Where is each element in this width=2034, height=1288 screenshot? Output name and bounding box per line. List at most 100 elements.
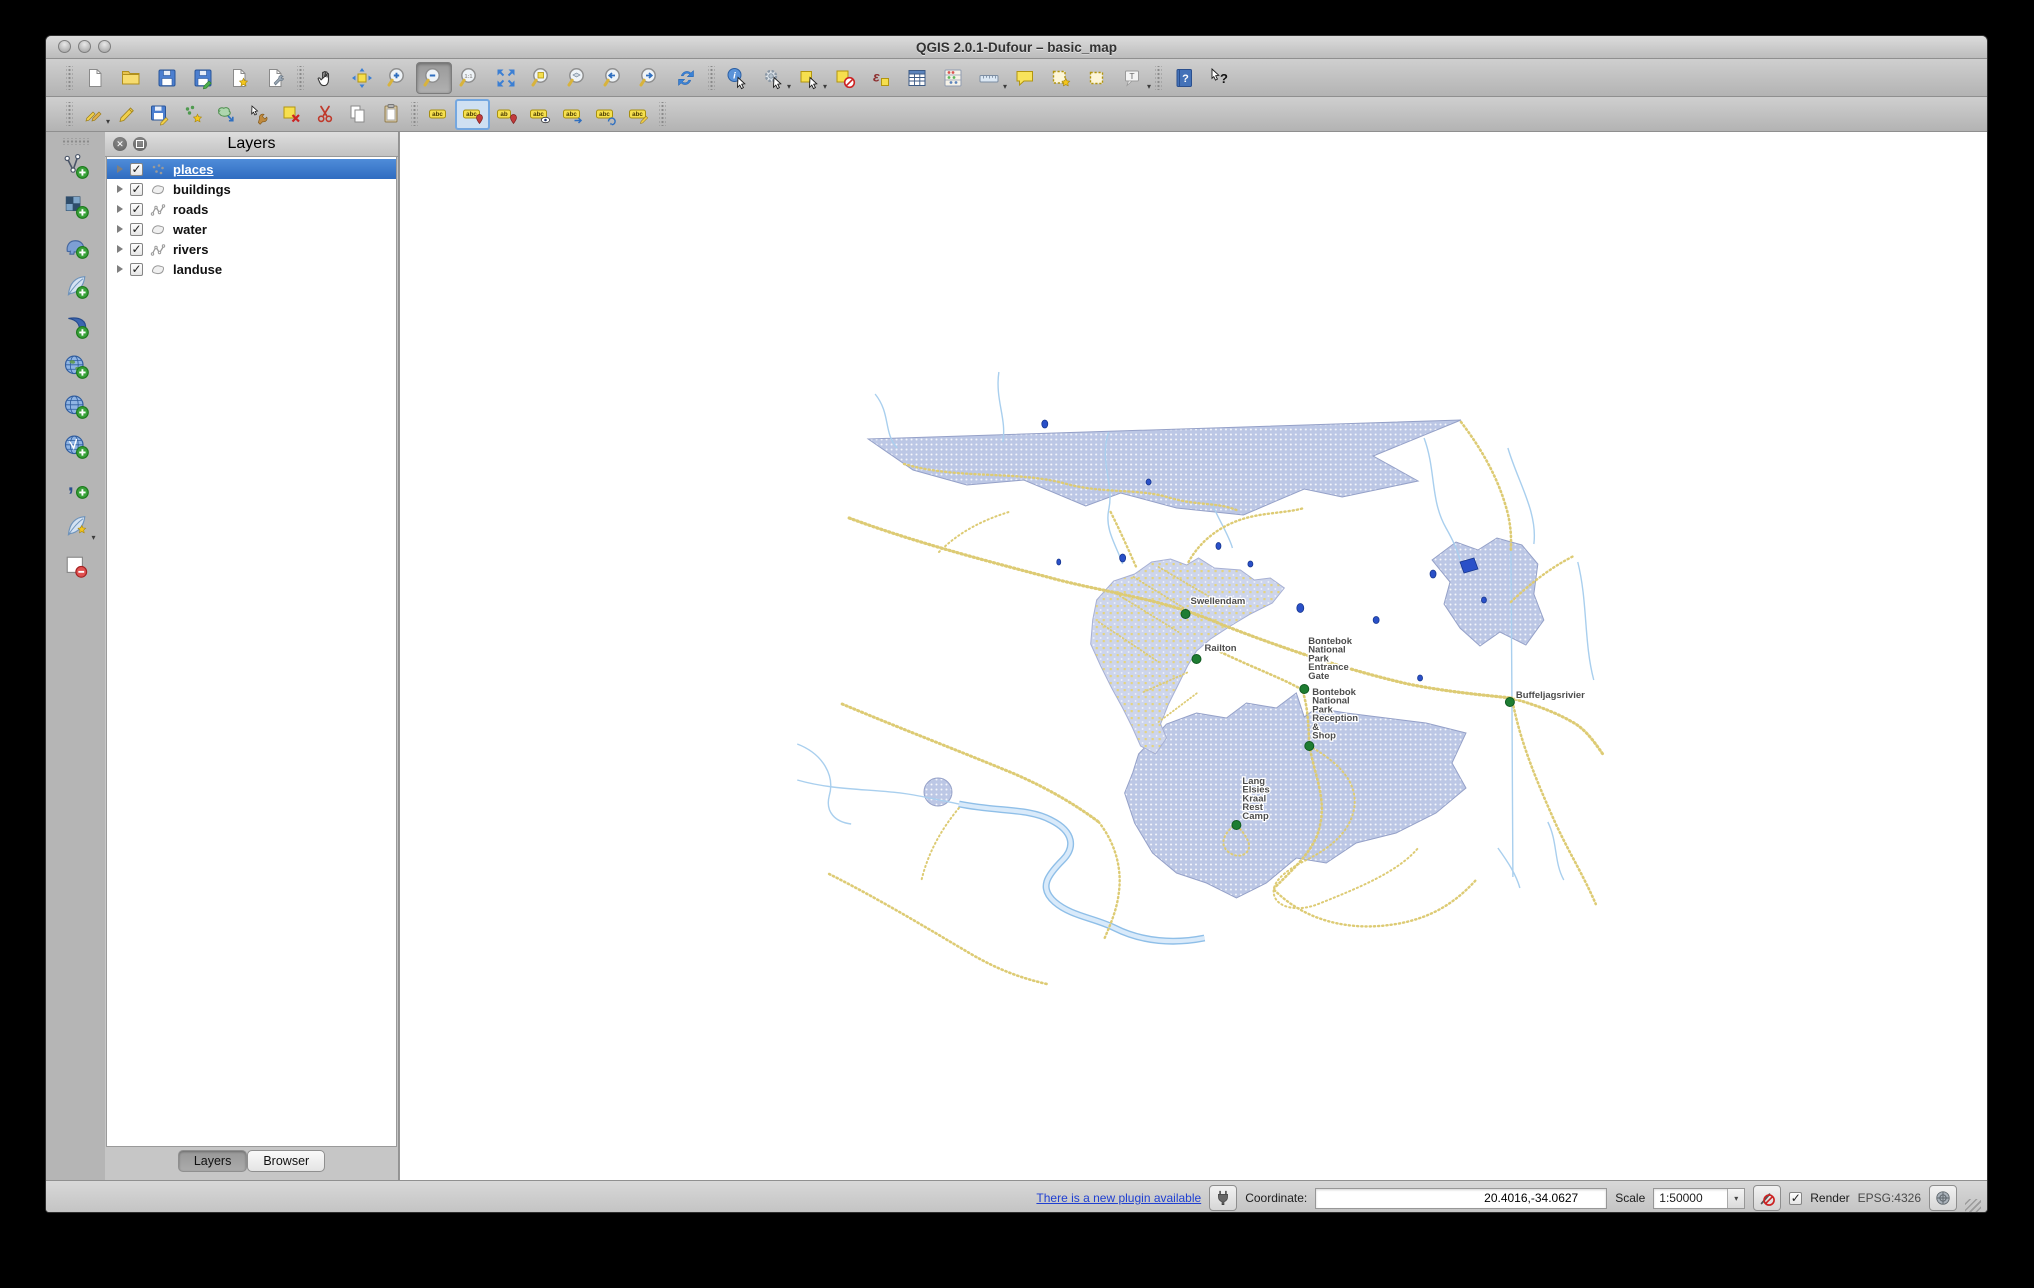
expand-arrow-icon[interactable] bbox=[117, 165, 123, 173]
add-feature-button[interactable] bbox=[176, 100, 209, 129]
select-features-button[interactable]: ▾ bbox=[791, 62, 827, 94]
show-hide-labels-button[interactable]: abc bbox=[523, 100, 556, 129]
panel-tab-layers[interactable]: Layers bbox=[178, 1150, 248, 1172]
paste-features-button[interactable] bbox=[374, 100, 407, 129]
pin-labels-button[interactable]: abc bbox=[455, 99, 490, 130]
add-raster-layer-button[interactable] bbox=[56, 187, 96, 225]
delete-selected-icon bbox=[280, 102, 304, 126]
change-label-button[interactable]: abc bbox=[622, 100, 655, 129]
map-tips-icon bbox=[1013, 66, 1037, 90]
layer-visibility-checkbox[interactable]: ✓ bbox=[130, 263, 143, 276]
add-wfs-layer-button[interactable] bbox=[56, 427, 96, 465]
show-bookmarks-button[interactable] bbox=[1079, 62, 1115, 94]
new-project-button[interactable] bbox=[77, 62, 113, 94]
measure-button[interactable]: ▾ bbox=[971, 62, 1007, 94]
zoom-last-button[interactable] bbox=[596, 62, 632, 94]
add-mssql-layer-button[interactable] bbox=[56, 307, 96, 345]
zoom-out-button[interactable] bbox=[416, 62, 452, 94]
close-window-button[interactable] bbox=[58, 40, 71, 53]
new-bookmark-button[interactable] bbox=[1043, 62, 1079, 94]
plugin-manager-button[interactable] bbox=[1209, 1185, 1237, 1211]
layer-row-water[interactable]: ✓water bbox=[107, 219, 396, 239]
render-checkbox[interactable]: ✓ bbox=[1789, 1192, 1802, 1205]
new-plugin-link[interactable]: There is a new plugin available bbox=[1036, 1191, 1201, 1205]
move-feature-button[interactable] bbox=[209, 100, 242, 129]
add-wcs-layer-button[interactable] bbox=[56, 387, 96, 425]
toggle-editing-button[interactable] bbox=[110, 100, 143, 129]
zoom-next-button[interactable] bbox=[632, 62, 668, 94]
zoom-native-button[interactable]: 1:1 bbox=[452, 62, 488, 94]
coordinate-input[interactable] bbox=[1315, 1188, 1607, 1209]
minimize-window-button[interactable] bbox=[78, 40, 91, 53]
copy-features-button[interactable] bbox=[341, 100, 374, 129]
node-tool-button[interactable] bbox=[242, 100, 275, 129]
whats-this-button[interactable]: ? bbox=[1202, 62, 1238, 94]
new-layer-dropdown-arrow[interactable]: ▾ bbox=[91, 534, 95, 542]
delete-selected-button[interactable] bbox=[275, 100, 308, 129]
layer-row-rivers[interactable]: ✓rivers bbox=[107, 239, 396, 259]
map-canvas[interactable]: SwellendamRailtonBontebokNationalParkEnt… bbox=[399, 132, 1987, 1180]
zoom-to-layer-button[interactable] bbox=[560, 62, 596, 94]
expand-arrow-icon[interactable] bbox=[117, 185, 123, 193]
layer-row-places[interactable]: ✓places bbox=[107, 159, 396, 179]
add-postgis-layer-button[interactable] bbox=[56, 227, 96, 265]
open-project-button[interactable] bbox=[113, 62, 149, 94]
attribute-table-button[interactable] bbox=[899, 62, 935, 94]
layer-visibility-checkbox[interactable]: ✓ bbox=[130, 203, 143, 216]
panel-close-button[interactable]: ✕ bbox=[113, 137, 127, 151]
new-layer-button[interactable]: ▾ bbox=[56, 507, 96, 545]
add-delimited-text-layer-button[interactable]: , bbox=[56, 467, 96, 505]
layer-visibility-checkbox[interactable]: ✓ bbox=[130, 183, 143, 196]
move-label-button[interactable]: abc bbox=[556, 100, 589, 129]
add-vector-layer-button[interactable] bbox=[56, 147, 96, 185]
maximize-window-button[interactable] bbox=[98, 40, 111, 53]
crs-status-button[interactable] bbox=[1929, 1185, 1957, 1211]
refresh-button[interactable] bbox=[668, 62, 704, 94]
save-project-button[interactable] bbox=[149, 62, 185, 94]
current-edits-button[interactable]: ▾ bbox=[77, 100, 110, 129]
pan-to-selection-button[interactable] bbox=[344, 62, 380, 94]
panel-tab-browser[interactable]: Browser bbox=[247, 1150, 325, 1172]
add-wms-layer-button[interactable] bbox=[56, 347, 96, 385]
layer-row-landuse[interactable]: ✓landuse bbox=[107, 259, 396, 279]
highlight-pinned-labels-button[interactable]: ab bbox=[490, 100, 523, 129]
layer-row-buildings[interactable]: ✓buildings bbox=[107, 179, 396, 199]
resize-grip[interactable] bbox=[1965, 1199, 1981, 1213]
pan-map-icon bbox=[314, 66, 338, 90]
expand-arrow-icon[interactable] bbox=[117, 225, 123, 233]
layer-row-roads[interactable]: ✓roads bbox=[107, 199, 396, 219]
rotate-label-button[interactable]: abc bbox=[589, 100, 622, 129]
field-calculator-button[interactable] bbox=[935, 62, 971, 94]
titlebar[interactable]: QGIS 2.0.1-Dufour – basic_map bbox=[46, 36, 1987, 59]
zoom-to-selection-button[interactable] bbox=[524, 62, 560, 94]
text-annotation-button[interactable]: T▾ bbox=[1115, 62, 1151, 94]
save-project-as-button[interactable] bbox=[185, 62, 221, 94]
layer-visibility-checkbox[interactable]: ✓ bbox=[130, 243, 143, 256]
text-annotation-dropdown-arrow[interactable]: ▾ bbox=[1147, 83, 1151, 91]
composer-manager-button[interactable] bbox=[257, 62, 293, 94]
cut-features-button[interactable] bbox=[308, 100, 341, 129]
scale-dropdown-button[interactable]: ▾ bbox=[1727, 1189, 1744, 1208]
stop-render-button[interactable] bbox=[1753, 1185, 1781, 1211]
layer-visibility-checkbox[interactable]: ✓ bbox=[130, 223, 143, 236]
expand-arrow-icon[interactable] bbox=[117, 205, 123, 213]
select-by-expression-button[interactable]: ε bbox=[863, 62, 899, 94]
identify-button[interactable]: i bbox=[719, 62, 755, 94]
labeling-options-button[interactable]: abc bbox=[422, 100, 455, 129]
save-layer-edits-button[interactable] bbox=[143, 100, 176, 129]
expand-arrow-icon[interactable] bbox=[117, 265, 123, 273]
map-tips-button[interactable] bbox=[1007, 62, 1043, 94]
expand-arrow-icon[interactable] bbox=[117, 245, 123, 253]
deselect-features-button[interactable] bbox=[827, 62, 863, 94]
pan-map-button[interactable] bbox=[308, 62, 344, 94]
zoom-in-button[interactable] bbox=[380, 62, 416, 94]
scale-combobox[interactable]: 1:50000 ▾ bbox=[1653, 1188, 1745, 1209]
feature-action-button[interactable]: ▾ bbox=[755, 62, 791, 94]
layer-visibility-checkbox[interactable]: ✓ bbox=[130, 163, 143, 176]
add-spatialite-layer-button[interactable] bbox=[56, 267, 96, 305]
remove-layer-button[interactable] bbox=[56, 547, 96, 585]
panel-float-button[interactable] bbox=[133, 137, 147, 151]
zoom-full-button[interactable] bbox=[488, 62, 524, 94]
new-print-composer-button[interactable] bbox=[221, 62, 257, 94]
help-contents-button[interactable]: ? bbox=[1166, 62, 1202, 94]
